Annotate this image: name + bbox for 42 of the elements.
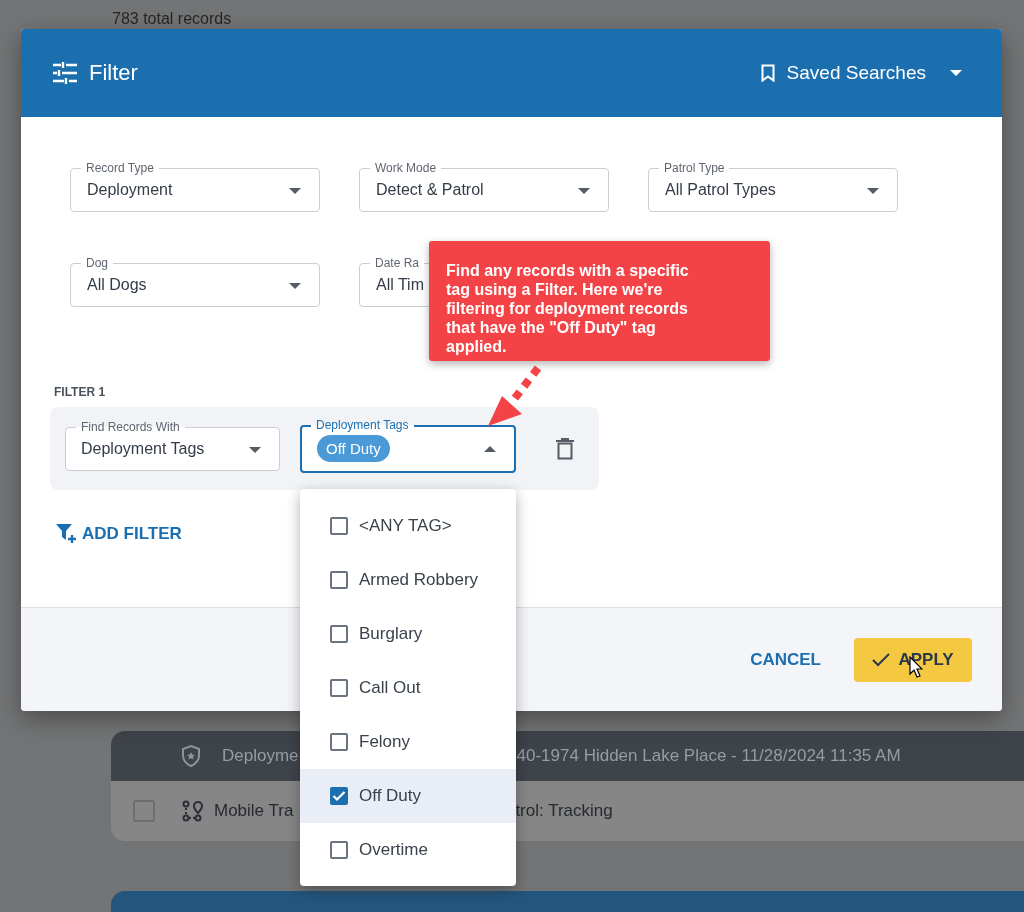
bookmark-icon — [760, 64, 775, 82]
caret-down-icon — [289, 283, 301, 289]
caret-down-icon — [289, 188, 301, 194]
tag-option[interactable]: Off Duty — [300, 769, 516, 823]
caret-down-icon — [950, 70, 962, 76]
tag-option[interactable]: Overtime — [300, 823, 516, 877]
shield-star-icon — [179, 744, 203, 768]
caret-up-icon — [484, 445, 496, 452]
checkbox[interactable] — [330, 625, 348, 643]
delete-icon[interactable] — [556, 437, 574, 460]
record-description: trol: Tracking — [515, 801, 613, 821]
caret-down-icon — [867, 188, 879, 194]
checkbox[interactable] — [330, 787, 348, 805]
apply-button[interactable]: APPLY — [854, 637, 972, 682]
callout-tooltip: Find any records with a specific tag using a Filter. Here we're filtering for deployment records that have the "Off Duty" tag applied. — [429, 241, 770, 361]
tag-option[interactable]: Burglary — [300, 607, 516, 661]
add-filter-button[interactable]: ADD FILTER — [56, 524, 182, 544]
record-title: Deployme — [222, 746, 299, 766]
checkbox[interactable] — [330, 841, 348, 859]
tag-option[interactable]: <ANY TAG> — [300, 499, 516, 553]
caret-down-icon — [249, 446, 261, 453]
filter-add-icon — [56, 524, 78, 544]
saved-searches-button[interactable]: Saved Searches — [760, 62, 962, 84]
dialog-title: Filter — [89, 60, 139, 86]
cancel-button[interactable]: CANCEL — [746, 641, 825, 678]
record-description: Mobile Tra — [214, 801, 294, 821]
route-icon — [180, 799, 204, 823]
checkbox[interactable] — [330, 679, 348, 697]
caret-down-icon — [578, 188, 590, 194]
checkbox[interactable] — [330, 517, 348, 535]
checkbox[interactable] — [330, 571, 348, 589]
tag-option[interactable]: Armed Robbery — [300, 553, 516, 607]
sliders-icon — [53, 62, 77, 84]
record-title: 40-1974 Hidden Lake Place - 11/28/2024 11:35 AM — [516, 746, 901, 766]
checkbox-icon[interactable] — [133, 800, 155, 822]
tag-chip: Off Duty — [317, 435, 390, 462]
tag-option[interactable]: Felony — [300, 715, 516, 769]
checkmark-icon — [872, 652, 891, 667]
filter-heading: FILTER 1 — [54, 385, 107, 399]
checkbox[interactable] — [330, 733, 348, 751]
record-count: 783 total records — [112, 10, 233, 28]
tag-option[interactable]: Call Out — [300, 661, 516, 715]
